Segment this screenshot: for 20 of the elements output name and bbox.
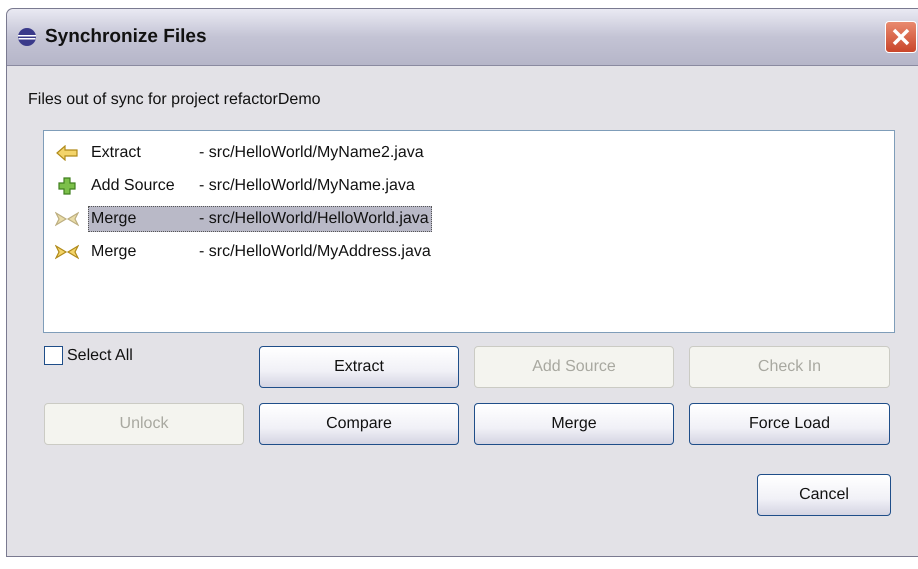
app-globe-icon [17, 27, 37, 47]
checkbox-label: Select All [67, 346, 133, 364]
close-icon [890, 26, 912, 48]
merge-arrows-icon [55, 211, 79, 227]
checkbox[interactable] [44, 346, 63, 365]
dialog-button[interactable]: Cancel [757, 474, 891, 516]
window-title: Synchronize Files [45, 26, 208, 48]
dialog-button[interactable]: Merge [474, 403, 674, 445]
close-button[interactable] [885, 21, 917, 53]
left-arrow-icon [56, 145, 78, 161]
dialog-button[interactable]: Compare [259, 403, 459, 445]
dialog-button[interactable]: Extract [259, 346, 459, 388]
plus-icon [58, 177, 76, 195]
file-entry[interactable]: Extract - src/HelloWorld/MyName2.java [88, 140, 427, 166]
file-entry[interactable]: Merge - src/HelloWorld/MyAddress.java [88, 239, 434, 265]
merge-arrows-icon [55, 244, 79, 260]
message-text: Files out of sync for project refactorDemo [28, 91, 322, 109]
file-entry[interactable]: Merge - src/HelloWorld/HelloWorld.java [88, 206, 432, 232]
dialog-button[interactable]: Force Load [689, 403, 890, 445]
file-entry[interactable]: Add Source - src/HelloWorld/MyName.java [88, 173, 418, 199]
